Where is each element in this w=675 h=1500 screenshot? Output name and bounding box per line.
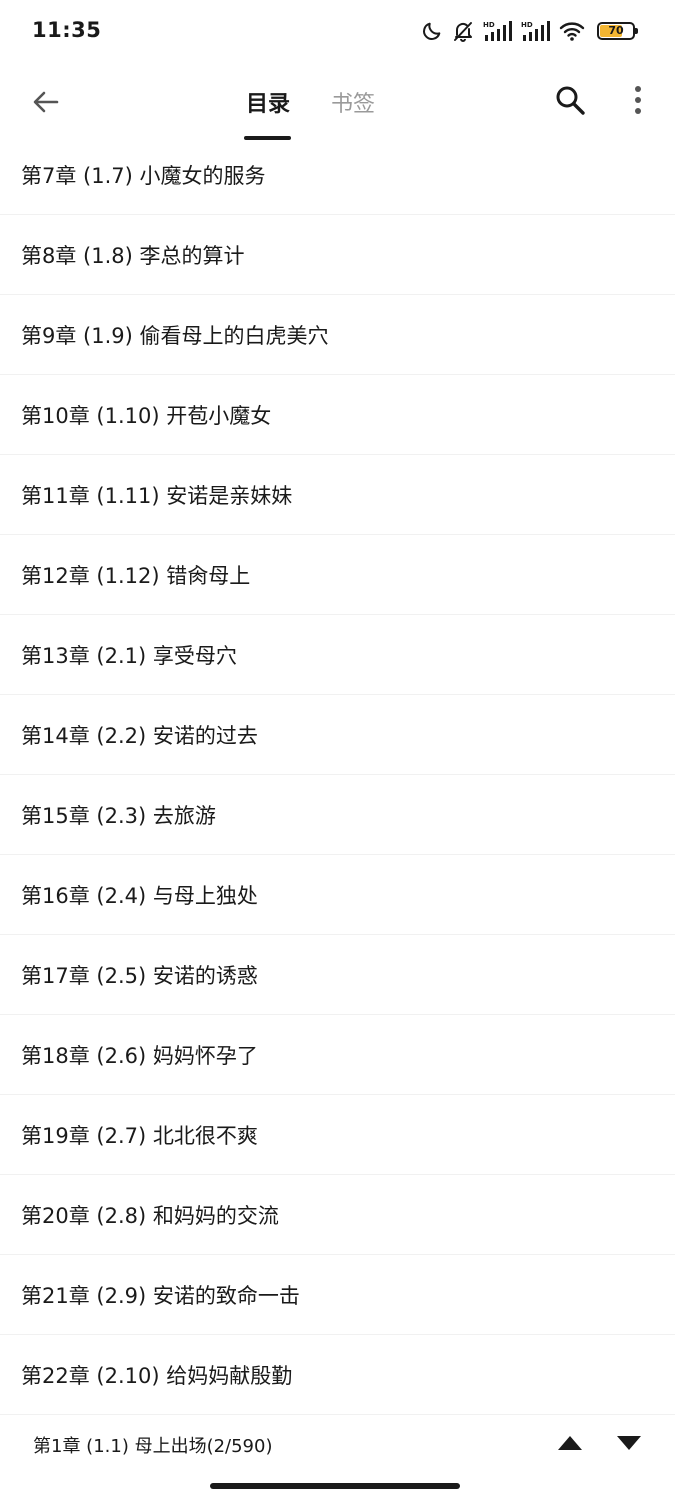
svg-text:HD: HD	[521, 21, 533, 29]
tab-bookmarks[interactable]: 书签	[331, 86, 375, 118]
chapter-item[interactable]: 第11章 (1.11) 安诺是亲妹妹	[0, 455, 675, 535]
more-options-button[interactable]	[618, 80, 658, 124]
battery-icon: 70	[597, 22, 638, 40]
bottom-bar: 第1章 (1.1) 母上出场(2/590)	[0, 1414, 675, 1475]
moon-icon	[421, 20, 443, 42]
status-time: 11:35	[32, 18, 102, 42]
chapter-item[interactable]: 第15章 (2.3) 去旅游	[0, 775, 675, 855]
chapter-item[interactable]: 第20章 (2.8) 和妈妈的交流	[0, 1175, 675, 1255]
hd-signal-icon: HD	[521, 19, 551, 43]
chapter-item[interactable]: 第14章 (2.2) 安诺的过去	[0, 695, 675, 775]
app-bar: 目录 书签	[0, 62, 675, 144]
chapter-item[interactable]: 第9章 (1.9) 偷看母上的白虎美穴	[0, 295, 675, 375]
current-chapter-label[interactable]: 第1章 (1.1) 母上出场(2/590)	[33, 1432, 272, 1458]
screen: 11:35 HD HD 70 目录 书签 第7章 (1.7) 小魔女的服务 第8…	[0, 0, 675, 1500]
chapter-item[interactable]: 第18章 (2.6) 妈妈怀孕了	[0, 1015, 675, 1095]
more-vertical-icon	[634, 85, 642, 119]
chapter-item[interactable]: 第13章 (2.1) 享受母穴	[0, 615, 675, 695]
hd-signal-icon: HD	[483, 19, 513, 43]
status-bar: 11:35 HD HD 70	[0, 0, 675, 62]
status-icons: HD HD 70	[421, 17, 638, 45]
svg-text:HD: HD	[483, 21, 495, 29]
chapter-item[interactable]: 第21章 (2.9) 安诺的致命一击	[0, 1255, 675, 1335]
chapter-item[interactable]: 第19章 (2.7) 北北很不爽	[0, 1095, 675, 1175]
chapter-item[interactable]: 第8章 (1.8) 李总的算计	[0, 215, 675, 295]
scroll-up-button[interactable]	[554, 1431, 586, 1459]
chapter-item[interactable]: 第12章 (1.12) 错肏母上	[0, 535, 675, 615]
triangle-down-icon	[616, 1435, 642, 1455]
home-indicator[interactable]	[210, 1483, 460, 1489]
tab-contents[interactable]: 目录	[246, 86, 290, 118]
search-button[interactable]	[548, 80, 592, 124]
search-icon	[554, 84, 586, 120]
battery-level: 70	[608, 24, 624, 37]
scroll-down-button[interactable]	[613, 1431, 645, 1459]
chapter-item[interactable]: 第10章 (1.10) 开苞小魔女	[0, 375, 675, 455]
chapter-item[interactable]: 第16章 (2.4) 与母上独处	[0, 855, 675, 935]
bell-off-icon	[451, 19, 475, 43]
chapter-item[interactable]: 第17章 (2.5) 安诺的诱惑	[0, 935, 675, 1015]
wifi-icon	[559, 20, 585, 42]
chapter-list: 第7章 (1.7) 小魔女的服务 第8章 (1.8) 李总的算计 第9章 (1.…	[0, 135, 675, 1415]
triangle-up-icon	[557, 1435, 583, 1455]
chapter-item[interactable]: 第7章 (1.7) 小魔女的服务	[0, 135, 675, 215]
chapter-item[interactable]: 第22章 (2.10) 给妈妈献殷勤	[0, 1335, 675, 1415]
